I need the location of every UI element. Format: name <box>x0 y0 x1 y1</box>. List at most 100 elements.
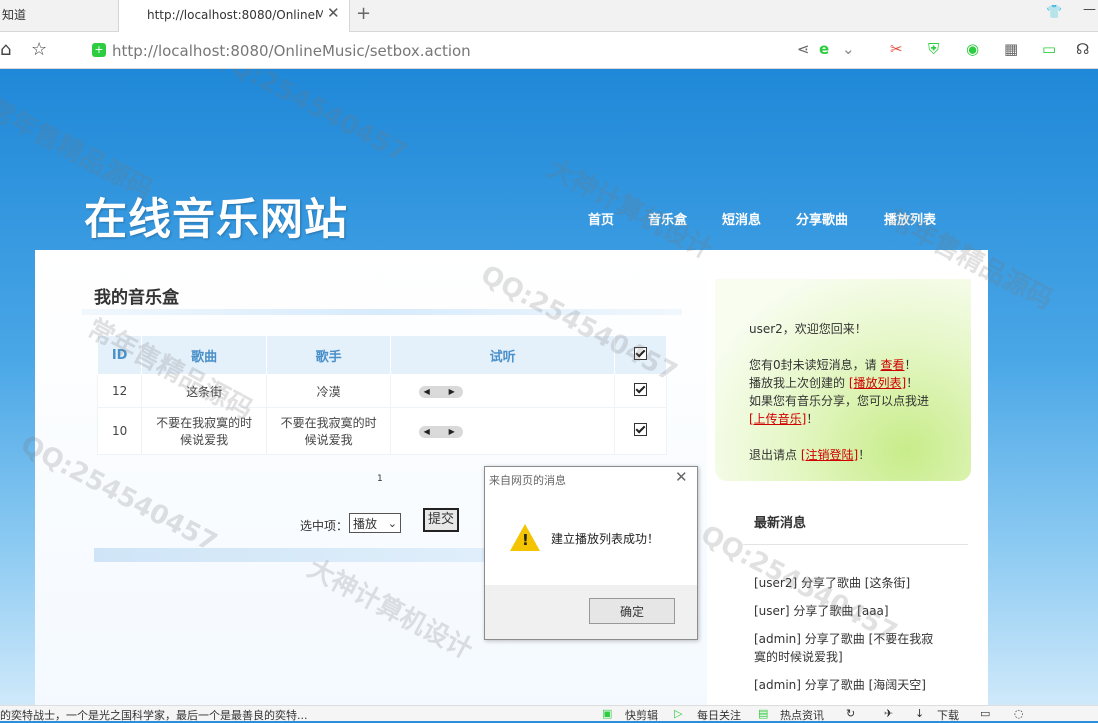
sidebar: user2，欢迎您回来！ 您有0封未读短消息，请 查看！ 播放我上次创建的 [播… <box>715 250 980 705</box>
play-icon[interactable]: ▶ <box>449 427 455 436</box>
action-select-value: 播放 <box>353 517 378 531</box>
alert-dialog: 来自网页的消息 ✕ ! 建立播放列表成功！ 确定 <box>484 466 698 640</box>
star-icon[interactable]: ☆ <box>31 39 47 60</box>
battery-icon[interactable]: ▭ <box>1042 40 1056 58</box>
browser-tab-bar: 知道 http://localhost:8080/OnlineM ✕ + 👕 — <box>0 0 1098 32</box>
heading-divider <box>82 309 682 315</box>
circle-app-icon[interactable]: ◉ <box>966 40 979 58</box>
cell-select <box>613 374 668 408</box>
play-circle-icon[interactable]: ▷ <box>674 707 682 720</box>
cell-id: 12 <box>96 374 143 408</box>
page-title: 我的音乐盒 <box>94 288 179 308</box>
logout-link[interactable]: [注销登陆] <box>801 448 858 462</box>
grid-icon[interactable]: ▦ <box>1004 40 1018 58</box>
playlist-suffix: ！ <box>906 376 919 390</box>
news-item[interactable]: [user2] 分享了歌曲 [这条街] <box>754 574 944 592</box>
cell-song: 不要在我寂寞的时候说爱我 <box>141 407 267 455</box>
cell-singer: 不要在我寂寞的时候说爱我 <box>265 407 392 455</box>
chevron-down-icon: ⌄ <box>387 517 397 530</box>
watermark-text: QQ:254540457 <box>205 69 412 169</box>
nav-home[interactable]: 首页 <box>588 209 614 228</box>
upload-suffix: ！ <box>806 412 819 426</box>
nav-music-box[interactable]: 音乐盒 <box>648 209 687 228</box>
status-bar: 的奕特战士，一个是光之国科学家，最后一个是最善良的奕特... ▣ 快剪辑 ▷ 每… <box>0 705 1098 723</box>
news-divider <box>743 544 968 545</box>
previous-tab-label: 知道 <box>2 8 27 22</box>
row-checkbox[interactable] <box>633 423 647 436</box>
tab-close-icon[interactable]: ✕ <box>327 4 340 22</box>
cell-select <box>613 407 668 455</box>
audio-player[interactable]: ◀ ▶ <box>418 385 463 398</box>
chevron-down-icon[interactable]: ⌄ <box>842 40 855 58</box>
previous-tab[interactable]: 知道 <box>0 0 26 31</box>
column-header-song: 歌曲 <box>141 335 267 375</box>
cell-singer: 冷漠 <box>265 374 392 408</box>
new-tab-icon[interactable]: + <box>356 3 371 24</box>
playlist-link[interactable]: [播放列表] <box>849 376 906 390</box>
minimize-icon[interactable]: — <box>1083 2 1096 17</box>
nav-playlist[interactable]: 播放列表 <box>884 209 936 228</box>
share-icon[interactable]: ⋖ <box>797 40 810 58</box>
active-tab[interactable]: http://localhost:8080/OnlineM ✕ <box>118 0 350 32</box>
status-item-hot-news[interactable]: 热点资讯 <box>780 707 824 723</box>
volume-icon[interactable]: ◀ <box>424 387 430 396</box>
column-header-id: ID <box>96 335 143 375</box>
url-path: :8080/OnlineMusic/setbox.action <box>225 42 471 60</box>
play-icon[interactable]: ▶ <box>449 387 455 396</box>
cell-id: 10 <box>96 407 143 455</box>
status-item-daily[interactable]: 每日关注 <box>697 707 741 723</box>
pin-icon[interactable]: ✈ <box>884 707 893 720</box>
songs-table: ID 歌曲 歌手 试听 12 这条街 冷漠 ◀ ▶ 10 不要在我寂寞的时候说爱我… <box>96 335 668 455</box>
dialog-message: 建立播放列表成功！ <box>551 532 660 546</box>
status-item-download[interactable]: 下载 <box>937 707 959 723</box>
upload-music-link[interactable]: [上传音乐] <box>749 412 806 426</box>
download-icon[interactable]: ↓ <box>915 707 924 720</box>
refresh-icon[interactable]: ↻ <box>846 707 855 720</box>
ie-mode-icon[interactable]: e <box>819 40 829 58</box>
audio-player[interactable]: ◀ ▶ <box>418 425 463 438</box>
watermark-text: 大神计算机设计 <box>542 153 718 266</box>
settings-icon[interactable]: ◌ <box>1014 707 1024 720</box>
url-host: http://localhost <box>112 42 226 60</box>
window-icon[interactable]: ▭ <box>980 707 990 720</box>
table-header-row: ID 歌曲 歌手 试听 <box>96 335 668 375</box>
message-line: 您有0封未读短消息，请 查看！ <box>749 356 917 373</box>
nav-messages[interactable]: 短消息 <box>722 209 761 228</box>
url-field[interactable]: + http://localhost:8080/OnlineMusic/setb… <box>90 35 790 65</box>
home-icon[interactable]: ⌂ <box>0 39 11 60</box>
table-row: 12 这条街 冷漠 ◀ ▶ <box>96 374 668 408</box>
logout-suffix: ！ <box>858 448 871 462</box>
site-title: 在线音乐网站 <box>84 195 348 245</box>
news-item[interactable]: [admin] 分享了歌曲 [海阔天空] <box>754 676 944 694</box>
scissors-icon[interactable]: ✂ <box>890 40 903 58</box>
upload-line: [上传音乐]！ <box>749 410 818 427</box>
volume-icon[interactable]: ◀ <box>424 427 430 436</box>
news-item[interactable]: [admin] 分享了歌曲 [不要在我寂寞的时候说爱我] <box>754 630 944 666</box>
nav-share-song[interactable]: 分享歌曲 <box>796 209 848 228</box>
active-tab-title: http://localhost:8080/OnlineM <box>147 8 323 22</box>
shield-icon[interactable]: ⛨ <box>928 40 939 58</box>
status-item-quick-edit[interactable]: 快剪辑 <box>625 707 658 723</box>
row-checkbox[interactable] <box>633 383 647 396</box>
select-all-cell <box>613 335 668 375</box>
share-line: 如果您有音乐分享，您可以点我进 <box>749 394 930 408</box>
action-select[interactable]: 播放 ⌄ <box>349 513 401 533</box>
select-all-checkbox[interactable] <box>633 346 647 360</box>
cell-player: ◀ ▶ <box>390 407 615 455</box>
view-messages-link[interactable]: 查看 <box>880 358 904 372</box>
ok-button[interactable]: 确定 <box>589 598 675 624</box>
column-header-listen: 试听 <box>390 335 615 375</box>
news-item[interactable]: [user] 分享了歌曲 [aaa] <box>754 602 944 620</box>
dialog-close-icon[interactable]: ✕ <box>675 468 688 486</box>
submit-button[interactable]: 提交 <box>423 508 459 532</box>
playlist-line: 播放我上次创建的 [播放列表]！ <box>749 374 918 391</box>
news-heading: 最新消息 <box>754 516 807 531</box>
news-icon[interactable]: ▤ <box>758 707 768 720</box>
message-suffix: ！ <box>904 358 917 372</box>
pager-page-number[interactable]: 1 <box>377 474 383 484</box>
video-edit-icon[interactable]: ▣ <box>602 707 612 720</box>
headphones-icon[interactable]: ☊ <box>1076 40 1089 58</box>
shirt-icon[interactable]: 👕 <box>1046 5 1062 20</box>
status-news-ticker[interactable]: 的奕特战士，一个是光之国科学家，最后一个是最善良的奕特... <box>0 707 308 723</box>
warning-mark-icon: ! <box>522 531 529 549</box>
